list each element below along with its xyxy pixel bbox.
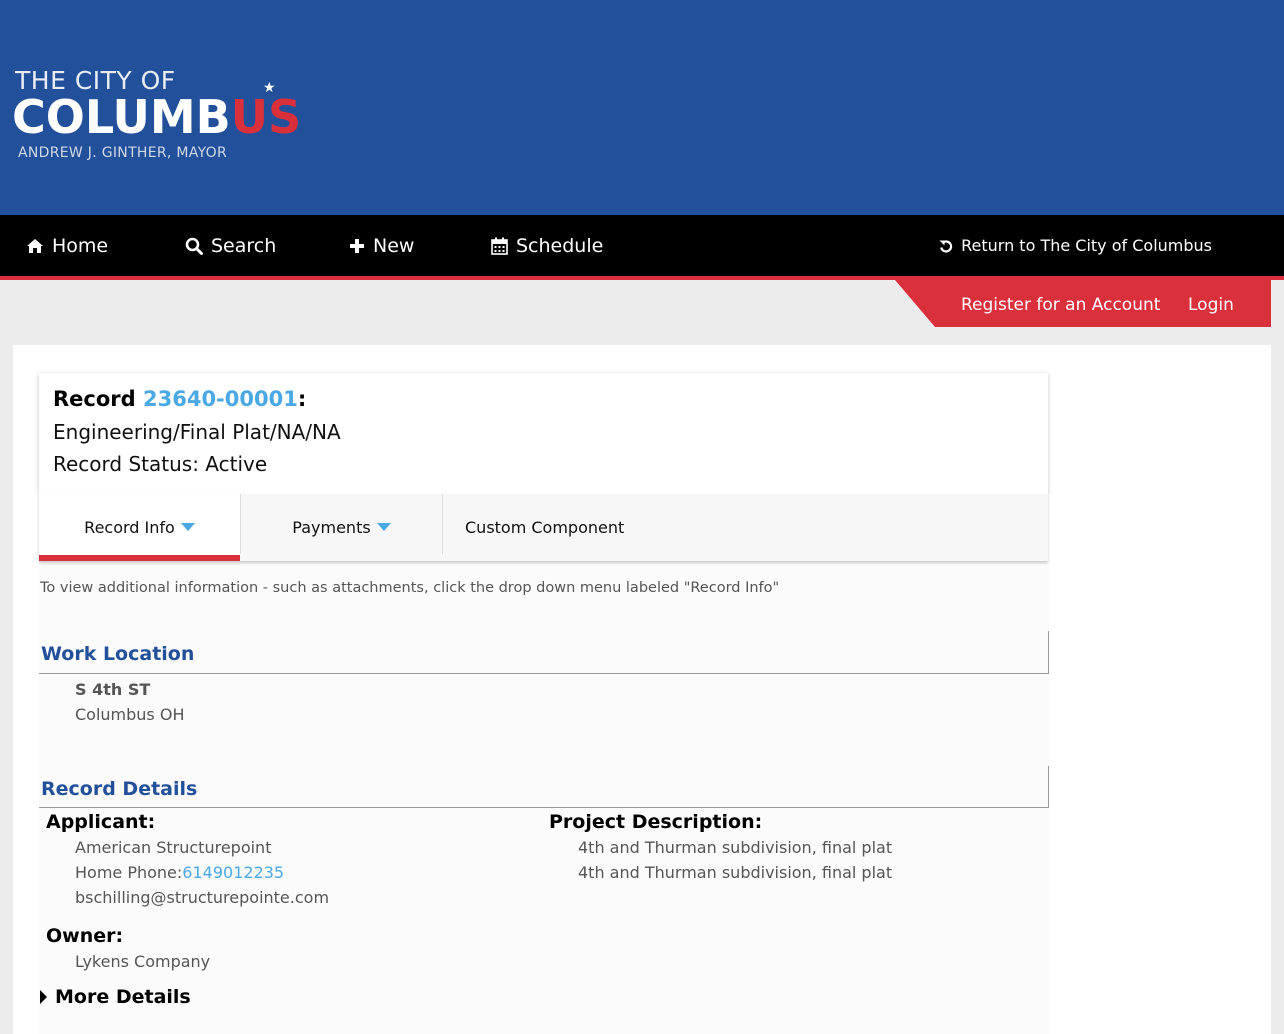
section-rule xyxy=(39,673,1049,674)
account-bar: Register for an Account Login xyxy=(895,280,1271,327)
record-title: Record 23640-00001: xyxy=(53,387,306,411)
tab-divider xyxy=(442,494,443,554)
section-rule xyxy=(39,807,1049,808)
logo-line2: COLUMBUS xyxy=(12,90,301,144)
home-icon xyxy=(27,238,43,253)
nav-search[interactable]: Search xyxy=(185,215,276,276)
register-link[interactable]: Register for an Account xyxy=(961,280,1160,327)
applicant-email: bschilling@structurepointe.com xyxy=(75,888,330,907)
nav-search-label: Search xyxy=(211,234,277,257)
applicant-phone-link[interactable]: 6149012235 xyxy=(182,863,284,882)
city-logo[interactable]: THE CITY OF COLUMBUS ★ ANDREW J. GINTHER… xyxy=(10,62,324,162)
record-info-hint: To view additional information - such as… xyxy=(40,580,780,596)
record-type: Engineering/Final Plat/NA/NA xyxy=(53,420,341,444)
nav-schedule[interactable]: Schedule xyxy=(491,215,603,276)
applicant-label: Applicant: xyxy=(46,811,156,833)
star-icon: ★ xyxy=(263,80,276,96)
project-description-label: Project Description: xyxy=(549,811,763,833)
record-colon: : xyxy=(297,387,307,411)
tab-payments[interactable]: Payments xyxy=(241,494,442,561)
caret-down-icon xyxy=(180,522,195,531)
triangle-right-icon xyxy=(40,990,47,1004)
owner-name: Lykens Company xyxy=(75,952,211,971)
nav-new[interactable]: New xyxy=(349,215,414,276)
work-location-street: S 4th ST xyxy=(75,680,151,699)
section-border xyxy=(1048,631,1049,673)
nav-schedule-label: Schedule xyxy=(516,234,604,257)
login-link[interactable]: Login xyxy=(1188,280,1234,327)
record-status: Record Status: Active xyxy=(53,452,268,476)
tab-custom-component[interactable]: Custom Component xyxy=(465,494,624,561)
main-nav: Home Search New Schedule Return to The C… xyxy=(0,215,1284,276)
tab-record-info[interactable]: Record Info xyxy=(39,494,240,561)
undo-icon xyxy=(939,239,953,253)
logo-mayor-line: ANDREW J. GINTHER, MAYOR xyxy=(18,145,228,161)
record-header-card: Record 23640-00001: Engineering/Final Pl… xyxy=(39,373,1048,494)
calendar-icon xyxy=(491,237,508,255)
applicant-phone-row: Home Phone:6149012235 xyxy=(75,863,284,882)
tab-record-info-label: Record Info xyxy=(84,518,175,537)
return-to-city-link[interactable]: Return to The City of Columbus xyxy=(939,215,1212,276)
project-description-line: 4th and Thurman subdivision, final plat xyxy=(578,863,893,882)
return-label: Return to The City of Columbus xyxy=(961,236,1212,255)
project-description-line: 4th and Thurman subdivision, final plat xyxy=(578,838,893,857)
site-header: THE CITY OF COLUMBUS ★ ANDREW J. GINTHER… xyxy=(0,0,1284,215)
search-icon xyxy=(185,237,203,255)
more-details-label: More Details xyxy=(55,986,191,1008)
logo-us: US xyxy=(230,90,302,144)
plus-icon xyxy=(350,238,364,253)
applicant-name: American Structurepoint xyxy=(75,838,272,857)
record-prefix: Record xyxy=(53,387,136,411)
logo-columb: COLUMB xyxy=(12,90,231,144)
record-details-title: Record Details xyxy=(41,778,198,800)
nav-new-label: New xyxy=(373,234,415,257)
work-location-city: Columbus OH xyxy=(75,705,185,724)
tab-payments-label: Payments xyxy=(292,518,371,537)
nav-home-label: Home xyxy=(52,234,109,257)
record-number: 23640-00001 xyxy=(143,387,298,411)
work-location-title: Work Location xyxy=(41,643,195,665)
active-tab-underline xyxy=(39,555,240,561)
owner-label: Owner: xyxy=(46,925,124,947)
applicant-phone-label: Home Phone: xyxy=(75,863,183,882)
section-border xyxy=(1048,766,1049,808)
tab-custom-component-label: Custom Component xyxy=(465,518,625,537)
caret-down-icon xyxy=(376,522,391,531)
record-tabs: Record Info Payments Custom Component xyxy=(39,494,1048,561)
more-details-toggle[interactable]: More Details xyxy=(40,986,191,1008)
nav-home[interactable]: Home xyxy=(26,215,108,276)
